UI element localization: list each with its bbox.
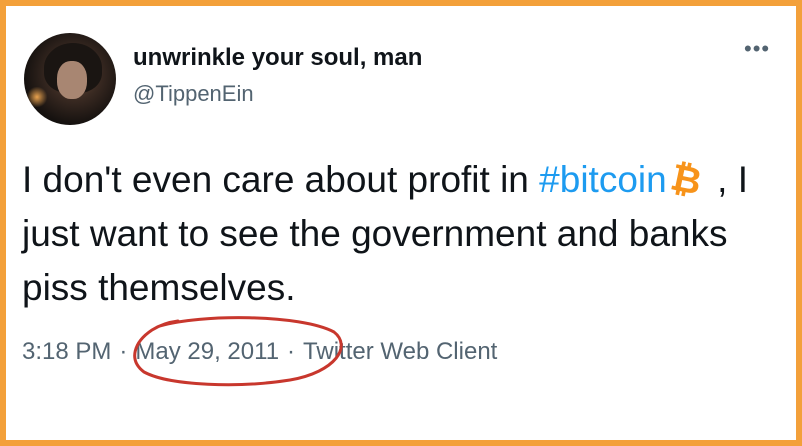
tweet-text: I don't even care about profit in #bitco… xyxy=(22,153,782,315)
user-handle[interactable]: @TippenEin xyxy=(133,81,254,107)
hashtag-link[interactable]: #bitcoin xyxy=(539,159,667,200)
meta-separator: · xyxy=(119,338,128,365)
avatar[interactable] xyxy=(24,33,116,125)
tweet-card: unwrinkle your soul, man @TippenEin ••• … xyxy=(6,6,796,440)
bitcoin-icon: ₿ xyxy=(666,156,705,203)
more-options-icon[interactable]: ••• xyxy=(744,36,770,62)
avatar-background xyxy=(26,87,48,107)
date-annotation-circle xyxy=(133,316,343,387)
avatar-face xyxy=(57,61,87,99)
display-name[interactable]: unwrinkle your soul, man xyxy=(133,44,422,72)
tweet-time[interactable]: 3:18 PM xyxy=(22,338,111,365)
tweet-text-start: I don't even care about profit in xyxy=(22,159,540,200)
